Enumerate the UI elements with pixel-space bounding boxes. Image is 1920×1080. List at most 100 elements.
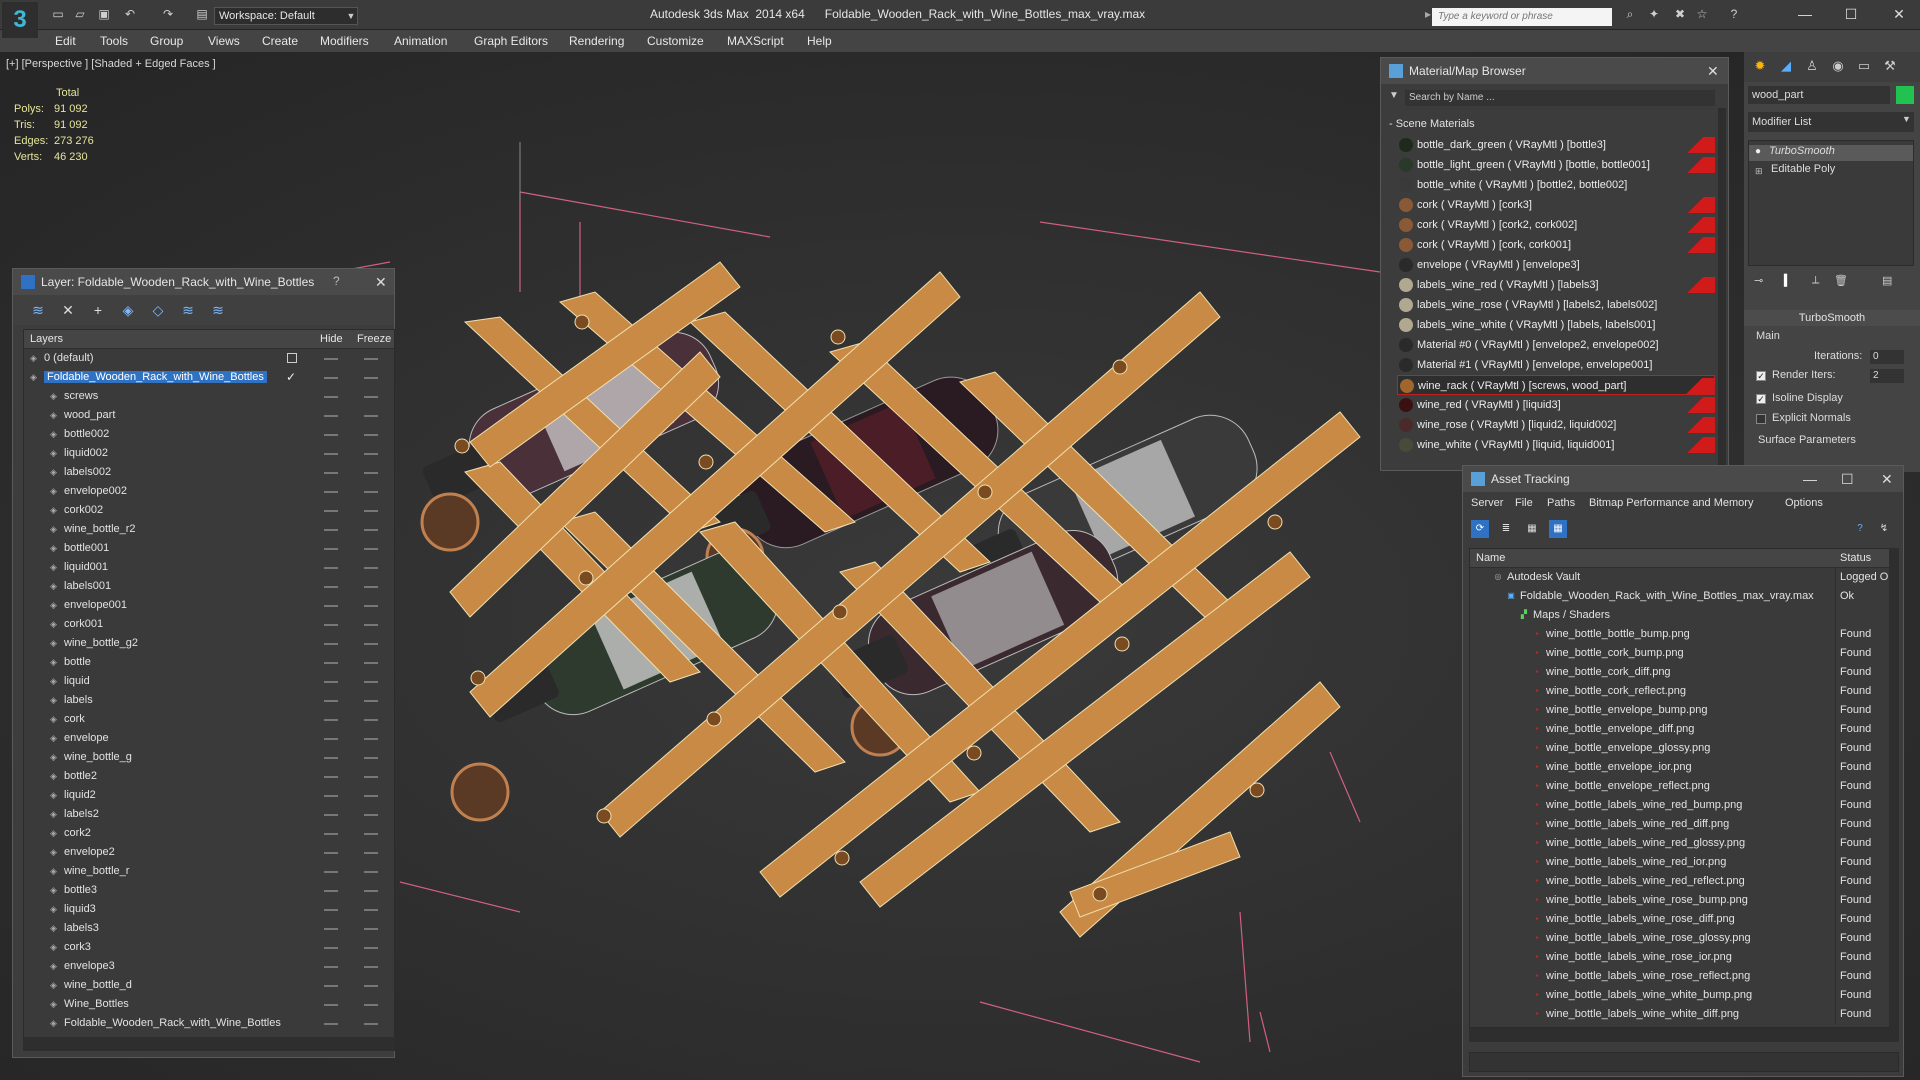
- maximize-icon[interactable]: ☐: [1836, 4, 1866, 24]
- material-browser-title[interactable]: Material/Map Browser: [1381, 58, 1728, 84]
- refresh-icon[interactable]: ⟳: [1471, 520, 1489, 538]
- menu-customize[interactable]: Customize: [647, 34, 704, 48]
- object-color-swatch[interactable]: [1896, 86, 1914, 104]
- asset-row[interactable]: ▪ wine_bottle_labels_wine_red_bump.png Fou…: [1470, 796, 1898, 815]
- material-item[interactable]: bottle_light_green ( VRayMtl ) [bottle, …: [1397, 155, 1715, 175]
- material-item[interactable]: wine_red ( VRayMtl ) [liquid3]: [1397, 395, 1715, 415]
- layer-row[interactable]: ◈ liquid: [24, 672, 394, 691]
- layer-name[interactable]: wine_bottle_r: [64, 865, 129, 877]
- hide-toggle[interactable]: [324, 852, 338, 854]
- hide-toggle[interactable]: [324, 738, 338, 740]
- add-to-layer-icon[interactable]: +: [89, 301, 107, 319]
- layer-name[interactable]: 0 (default): [44, 352, 94, 364]
- layer-row[interactable]: ◈ liquid002: [24, 444, 394, 463]
- render-iters-checkbox[interactable]: ✓: [1756, 371, 1766, 381]
- table-view-icon[interactable]: ▦: [1549, 520, 1567, 538]
- hide-toggle[interactable]: [324, 1004, 338, 1006]
- layer-row[interactable]: ◈ wine_bottle_r: [24, 862, 394, 881]
- layer-row[interactable]: ◈ labels: [24, 691, 394, 710]
- material-item[interactable]: Material #0 ( VRayMtl ) [envelope2, enve…: [1397, 335, 1715, 355]
- close-icon[interactable]: ✕: [1881, 471, 1893, 488]
- asset-row[interactable]: ▪ wine_bottle_labels_wine_rose_diff.png Fo…: [1470, 910, 1898, 929]
- layer-row[interactable]: ◈ Wine_Bottles: [24, 995, 394, 1014]
- layer-name[interactable]: labels3: [64, 922, 99, 934]
- asset-menu-options[interactable]: Options: [1785, 497, 1823, 509]
- layer-row[interactable]: ◈ cork3: [24, 938, 394, 957]
- hide-toggle[interactable]: [324, 529, 338, 531]
- layer-name[interactable]: wine_bottle_d: [64, 979, 132, 991]
- active-layer-check-icon[interactable]: ✓: [286, 370, 296, 384]
- chevron-down-icon[interactable]: ▼: [344, 7, 358, 25]
- help-icon[interactable]: ?: [333, 274, 340, 288]
- asset-row[interactable]: ▪ wine_bottle_labels_wine_rose_reflect.pn…: [1470, 967, 1898, 986]
- asset-row[interactable]: ▪ wine_bottle_envelope_reflect.png Found: [1470, 777, 1898, 796]
- layer-name[interactable]: bottle3: [64, 884, 97, 896]
- menu-group[interactable]: Group: [150, 34, 183, 48]
- hide-toggle[interactable]: [324, 605, 338, 607]
- layer-name[interactable]: envelope002: [64, 485, 127, 497]
- material-item[interactable]: envelope ( VRayMtl ) [envelope3]: [1397, 255, 1715, 275]
- freeze-toggle[interactable]: [364, 928, 378, 930]
- menu-rendering[interactable]: Rendering: [569, 34, 624, 48]
- asset-row[interactable]: ▪ wine_bottle_bottle_bump.png Found: [1470, 625, 1898, 644]
- freeze-all-icon[interactable]: ≋: [209, 301, 227, 319]
- menu-views[interactable]: Views: [208, 34, 240, 48]
- asset-row[interactable]: ▪ wine_bottle_cork_diff.png Found: [1470, 663, 1898, 682]
- asset-row[interactable]: ▪ wine_bottle_labels_wine_white_diff.png F…: [1470, 1005, 1898, 1024]
- freeze-toggle[interactable]: [364, 586, 378, 588]
- layer-name[interactable]: cork001: [64, 618, 103, 630]
- layer-row[interactable]: ◈ 0 (default): [24, 349, 394, 368]
- hide-toggle[interactable]: [324, 947, 338, 949]
- layer-name[interactable]: labels002: [64, 466, 111, 478]
- create-tab-icon[interactable]: ✹: [1750, 58, 1770, 76]
- list-view-icon[interactable]: ≣: [1497, 520, 1515, 538]
- material-item[interactable]: cork ( VRayMtl ) [cork3]: [1397, 195, 1715, 215]
- new-file-icon[interactable]: ▭: [50, 7, 66, 21]
- remove-modifier-icon[interactable]: 🗑: [1834, 274, 1848, 287]
- hide-toggle[interactable]: [324, 833, 338, 835]
- undo-icon[interactable]: ↶: [122, 7, 138, 21]
- layer-row[interactable]: ◈ envelope3: [24, 957, 394, 976]
- freeze-toggle[interactable]: [364, 396, 378, 398]
- new-layer-icon[interactable]: ≋: [29, 301, 47, 319]
- hide-toggle[interactable]: [324, 434, 338, 436]
- current-layer-box[interactable]: [287, 353, 297, 363]
- menu-animation[interactable]: Animation: [394, 34, 447, 48]
- asset-menu-paths[interactable]: Paths: [1547, 497, 1575, 509]
- communication-icon[interactable]: ✖: [1672, 7, 1688, 21]
- layer-row[interactable]: ◈ wine_bottle_r2: [24, 520, 394, 539]
- layer-name[interactable]: liquid2: [64, 789, 96, 801]
- layer-row[interactable]: ◈ wine_bottle_g: [24, 748, 394, 767]
- asset-row[interactable]: ▪ wine_bottle_labels_wine_rose_glossy.png…: [1470, 929, 1898, 948]
- asset-vertical-scrollbar[interactable]: [1889, 548, 1899, 1028]
- freeze-toggle[interactable]: [364, 567, 378, 569]
- layer-name[interactable]: envelope001: [64, 599, 127, 611]
- layer-row[interactable]: ◈ labels3: [24, 919, 394, 938]
- material-item[interactable]: wine_rose ( VRayMtl ) [liquid2, liquid00…: [1397, 415, 1715, 435]
- column-layers[interactable]: Layers: [30, 333, 63, 345]
- freeze-toggle[interactable]: [364, 833, 378, 835]
- material-item[interactable]: bottle_dark_green ( VRayMtl ) [bottle3]: [1397, 135, 1715, 155]
- layer-name[interactable]: cork3: [64, 941, 91, 953]
- scene-materials-section[interactable]: - Scene Materials: [1389, 118, 1475, 130]
- save-icon[interactable]: ▣: [96, 7, 112, 21]
- modify-tab-icon[interactable]: ◢: [1776, 58, 1796, 76]
- select-objects-icon[interactable]: ◈: [119, 301, 137, 319]
- hide-all-icon[interactable]: ≋: [179, 301, 197, 319]
- minimize-icon[interactable]: —: [1803, 471, 1817, 487]
- hide-toggle[interactable]: [324, 453, 338, 455]
- favorites-star-icon[interactable]: ☆: [1694, 7, 1710, 21]
- layer-row[interactable]: ◈ screws: [24, 387, 394, 406]
- layer-row[interactable]: ◈ labels2: [24, 805, 394, 824]
- layer-row[interactable]: ◈ envelope002: [24, 482, 394, 501]
- subscription-icon[interactable]: ✦: [1646, 7, 1662, 21]
- column-freeze[interactable]: Freeze: [357, 333, 391, 345]
- maximize-icon[interactable]: ☐: [1841, 471, 1854, 488]
- material-item[interactable]: labels_wine_rose ( VRayMtl ) [labels2, l…: [1397, 295, 1715, 315]
- hide-toggle[interactable]: [324, 795, 338, 797]
- layer-name[interactable]: labels2: [64, 808, 99, 820]
- freeze-toggle[interactable]: [364, 1023, 378, 1025]
- asset-row[interactable]: ▪ wine_bottle_envelope_glossy.png Found: [1470, 739, 1898, 758]
- hide-toggle[interactable]: [324, 643, 338, 645]
- material-scrollbar[interactable]: [1718, 108, 1726, 468]
